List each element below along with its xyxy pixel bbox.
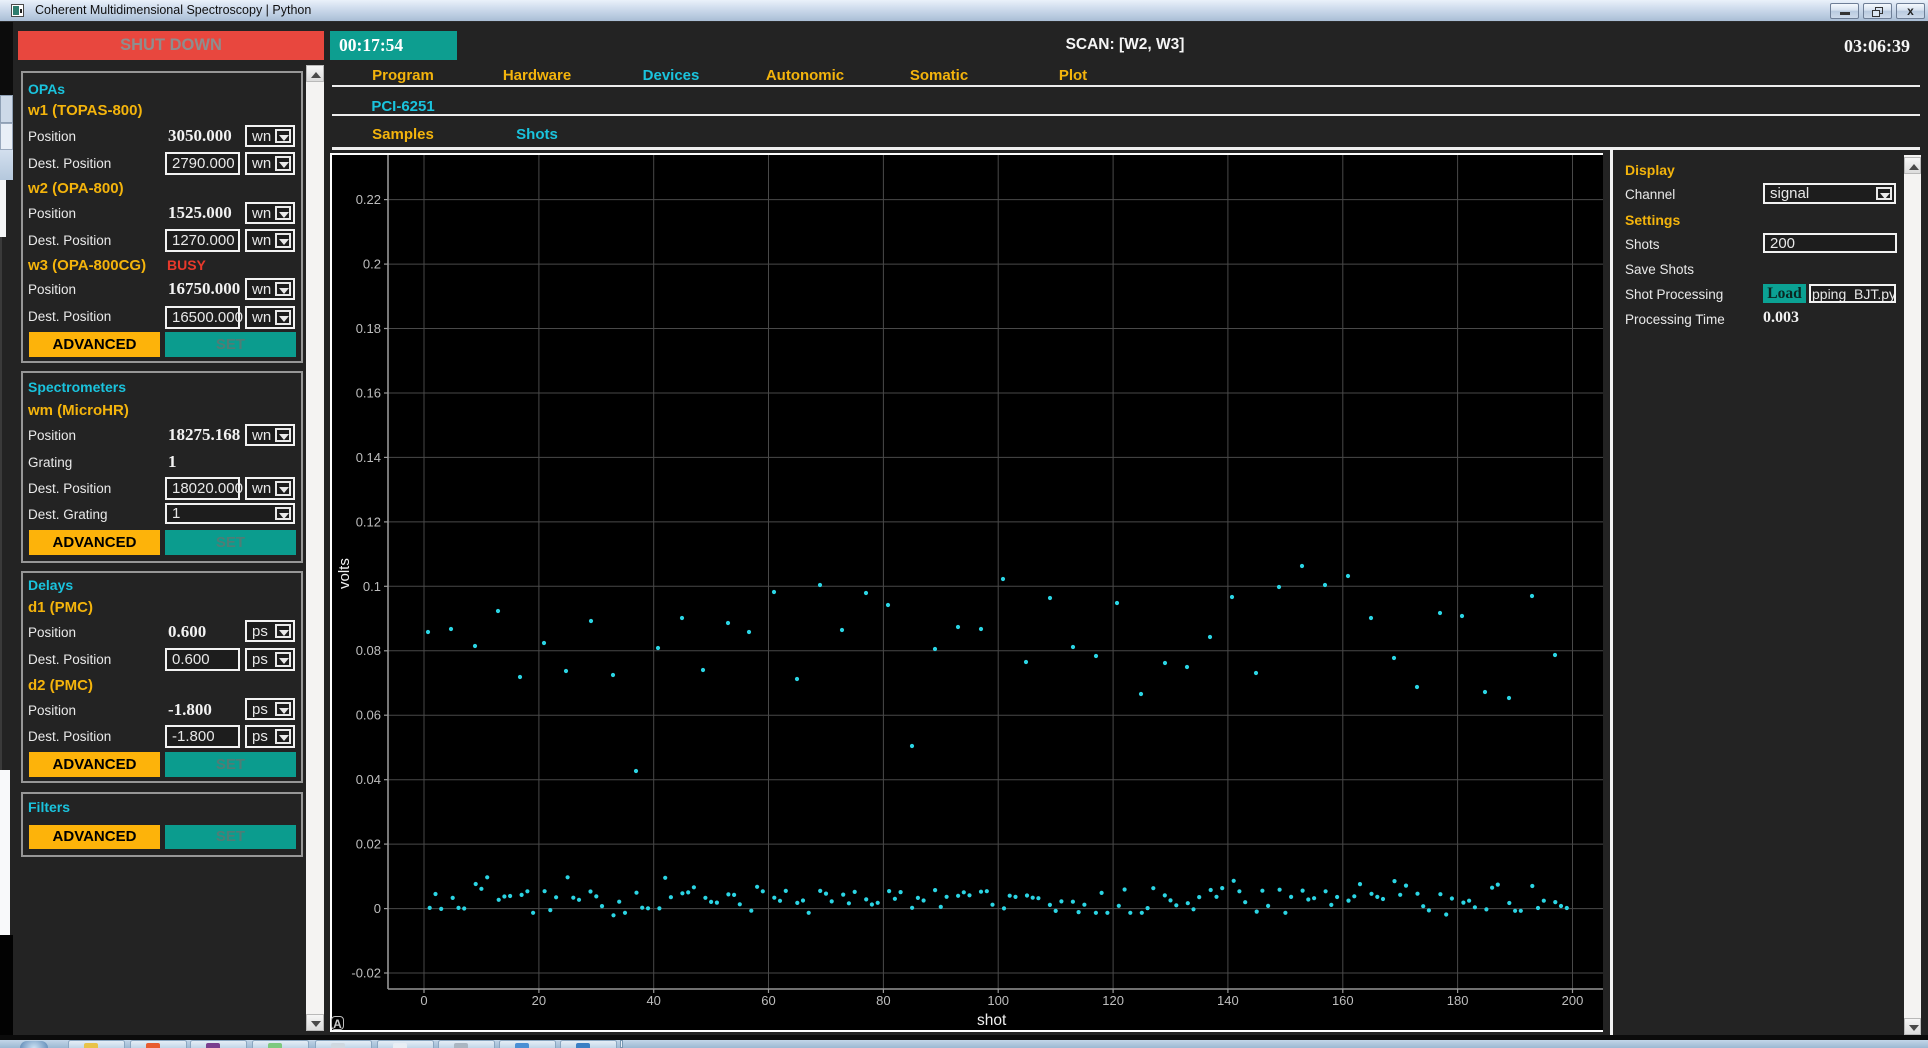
svg-text:shot: shot <box>977 1012 1007 1029</box>
svg-text:0.06: 0.06 <box>356 708 381 723</box>
svg-text:140: 140 <box>1217 993 1239 1008</box>
svg-text:0.2: 0.2 <box>363 257 381 272</box>
svg-text:180: 180 <box>1447 993 1469 1008</box>
svg-text:0.08: 0.08 <box>356 643 381 658</box>
svg-text:0.22: 0.22 <box>356 192 381 207</box>
svg-text:80: 80 <box>876 993 890 1008</box>
svg-text:0.12: 0.12 <box>356 514 381 529</box>
svg-text:-0.02: -0.02 <box>351 966 381 981</box>
svg-text:0.14: 0.14 <box>356 450 381 465</box>
svg-text:0: 0 <box>374 901 381 916</box>
svg-text:160: 160 <box>1332 993 1354 1008</box>
svg-text:0.04: 0.04 <box>356 772 381 787</box>
svg-text:volts: volts <box>336 558 353 589</box>
svg-text:20: 20 <box>532 993 546 1008</box>
svg-text:0.1: 0.1 <box>363 579 381 594</box>
svg-text:120: 120 <box>1102 993 1124 1008</box>
svg-text:200: 200 <box>1562 993 1584 1008</box>
svg-text:0.02: 0.02 <box>356 837 381 852</box>
svg-text:0: 0 <box>420 993 427 1008</box>
svg-text:60: 60 <box>761 993 775 1008</box>
svg-text:0.16: 0.16 <box>356 386 381 401</box>
svg-text:100: 100 <box>987 993 1009 1008</box>
svg-text:0.18: 0.18 <box>356 321 381 336</box>
svg-text:40: 40 <box>646 993 660 1008</box>
